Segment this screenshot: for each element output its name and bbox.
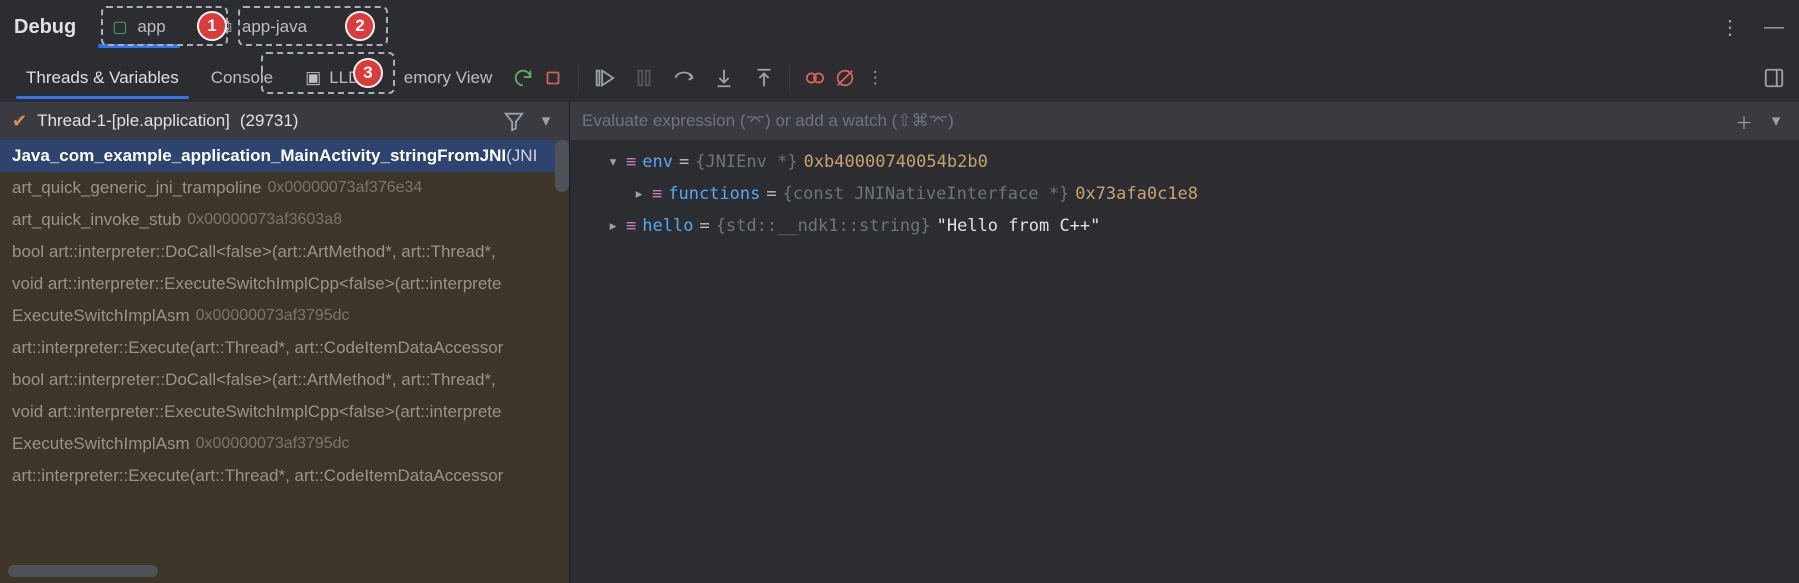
filter-icon[interactable] bbox=[503, 110, 525, 132]
chevron-right-icon[interactable]: ▸ bbox=[632, 184, 646, 204]
more-debug-icon[interactable]: ⋮ bbox=[864, 67, 886, 89]
run-config-label: app bbox=[137, 17, 165, 37]
evaluate-expression-bar[interactable]: Evaluate expression (⌤) or add a watch (… bbox=[570, 102, 1799, 140]
callout-badge-3: 3 bbox=[353, 58, 383, 88]
resume-icon[interactable] bbox=[593, 67, 615, 89]
variables-tree[interactable]: ▾ ≡ env = {JNIEnv *} 0xb40000740054b2b0 … bbox=[570, 140, 1799, 583]
debug-panel-title: Debug bbox=[14, 16, 76, 39]
separator bbox=[789, 65, 790, 91]
run-config-tab-bar: Debug ▢ app ⧉ app-java ⋮ — 1 2 bbox=[0, 0, 1799, 54]
var-row-functions[interactable]: ▸ ≡ functions = {const JNINativeInterfac… bbox=[580, 178, 1789, 210]
frames-pane: ✔ Thread-1-[ple.application] (29731) ▾ J… bbox=[0, 102, 570, 583]
stack-frame[interactable]: void art::interpreter::ExecuteSwitchImpl… bbox=[0, 268, 569, 300]
more-icon[interactable]: ⋮ bbox=[1719, 16, 1741, 38]
mute-breakpoints-icon[interactable] bbox=[834, 67, 856, 89]
chevron-down-icon[interactable]: ▾ bbox=[1765, 110, 1787, 132]
run-config-tab-app[interactable]: ▢ app bbox=[94, 6, 184, 48]
field-icon: ≡ bbox=[626, 216, 636, 236]
run-config-label: app-java bbox=[242, 17, 307, 37]
step-over-icon[interactable] bbox=[673, 67, 695, 89]
tab-console[interactable]: Console bbox=[199, 58, 285, 98]
frames-header: ✔ Thread-1-[ple.application] (29731) ▾ bbox=[0, 102, 569, 140]
layout-icon[interactable] bbox=[1763, 67, 1785, 89]
stack-frame[interactable]: void art::interpreter::ExecuteSwitchImpl… bbox=[0, 396, 569, 428]
pause-icon bbox=[633, 67, 655, 89]
debug-view-tab-bar: Threads & Variables Console ▣ LLDB emory… bbox=[0, 54, 1799, 102]
var-row-hello[interactable]: ▸ ≡ hello = {std::__ndk1::string} "Hello… bbox=[580, 210, 1789, 242]
var-row-env[interactable]: ▾ ≡ env = {JNIEnv *} 0xb40000740054b2b0 bbox=[580, 146, 1789, 178]
view-breakpoints-icon[interactable] bbox=[804, 67, 826, 89]
scrollbar-horizontal[interactable] bbox=[8, 565, 158, 577]
stack-frame[interactable]: art_quick_generic_jni_trampoline0x000000… bbox=[0, 172, 569, 204]
frames-list[interactable]: Java_com_example_application_MainActivit… bbox=[0, 140, 569, 583]
minimize-icon[interactable]: — bbox=[1763, 16, 1785, 38]
terminal-icon: ▣ bbox=[305, 68, 321, 88]
scrollbar-vertical[interactable] bbox=[555, 140, 569, 192]
stack-frame[interactable]: Java_com_example_application_MainActivit… bbox=[0, 140, 569, 172]
chevron-down-icon[interactable]: ▾ bbox=[606, 152, 620, 172]
stack-frame[interactable]: bool art::interpreter::DoCall<false>(art… bbox=[0, 364, 569, 396]
stack-frame[interactable]: art::interpreter::Execute(art::Thread*, … bbox=[0, 332, 569, 364]
evaluate-placeholder: Evaluate expression (⌤) or add a watch (… bbox=[582, 111, 954, 131]
chevron-right-icon[interactable]: ▸ bbox=[606, 216, 620, 236]
stack-frame[interactable]: ExecuteSwitchImplAsm0x00000073af3795dc bbox=[0, 300, 569, 332]
thread-pid: (29731) bbox=[240, 111, 299, 131]
variables-pane: Evaluate expression (⌤) or add a watch (… bbox=[570, 102, 1799, 583]
rerun-icon[interactable] bbox=[512, 67, 534, 89]
stack-frame[interactable]: bool art::interpreter::DoCall<false>(art… bbox=[0, 236, 569, 268]
add-watch-icon[interactable]: ＋ bbox=[1733, 110, 1755, 132]
callout-badge-1: 1 bbox=[197, 11, 227, 41]
step-out-icon[interactable] bbox=[753, 67, 775, 89]
check-icon: ✔ bbox=[12, 111, 27, 132]
stack-frame[interactable]: art::interpreter::Execute(art::Thread*, … bbox=[0, 460, 569, 492]
stack-frame[interactable]: art_quick_invoke_stub0x00000073af3603a8 bbox=[0, 204, 569, 236]
callout-badge-2: 2 bbox=[345, 11, 375, 41]
thread-name: Thread-1-[ple.application] bbox=[37, 111, 230, 131]
stop-icon[interactable] bbox=[542, 67, 564, 89]
stack-frame[interactable]: ExecuteSwitchImplAsm0x00000073af3795dc bbox=[0, 428, 569, 460]
tab-threads-variables[interactable]: Threads & Variables bbox=[14, 58, 191, 98]
android-icon: ▢ bbox=[112, 17, 127, 37]
field-icon: ≡ bbox=[626, 152, 636, 172]
separator bbox=[578, 65, 579, 91]
tab-memory-view[interactable]: emory View bbox=[392, 58, 505, 98]
debug-content: ✔ Thread-1-[ple.application] (29731) ▾ J… bbox=[0, 102, 1799, 583]
step-into-icon[interactable] bbox=[713, 67, 735, 89]
field-icon: ≡ bbox=[652, 184, 662, 204]
chevron-down-icon[interactable]: ▾ bbox=[535, 110, 557, 132]
